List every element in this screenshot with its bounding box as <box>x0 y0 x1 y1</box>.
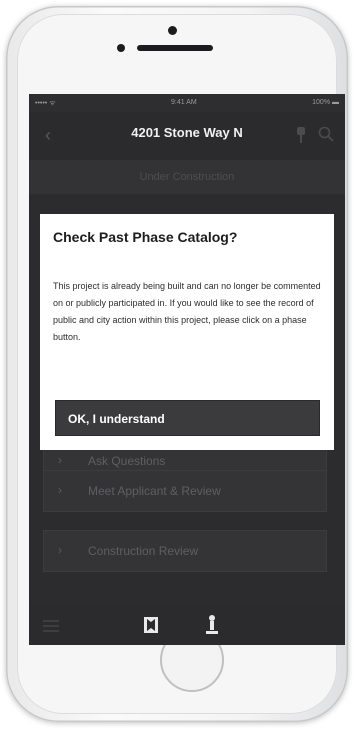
phase-button-meet-applicant[interactable]: › Meet Applicant & Review <box>43 470 327 512</box>
nav-bar: ‹ 4201 Stone Way N <box>29 112 345 160</box>
phase-button-label: Meet Applicant & Review <box>88 484 221 498</box>
dialog-title: Check Past Phase Catalog? <box>53 229 238 245</box>
back-icon[interactable]: ‹ <box>45 125 65 145</box>
front-camera <box>168 26 177 35</box>
page-title: 4201 Stone Way N <box>131 125 243 140</box>
app-screen: ••••• ᯤ 9:41 AM 100% ▬ ‹ 4201 Stone Way … <box>29 94 345 645</box>
chevron-right-icon: › <box>58 453 62 467</box>
search-icon[interactable] <box>318 126 334 142</box>
past-phase-dialog: Check Past Phase Catalog? This project i… <box>40 214 334 450</box>
status-time: 9:41 AM <box>171 99 197 106</box>
person-icon[interactable] <box>205 614 219 636</box>
phase-button-construction-review[interactable]: › Construction Review <box>43 530 327 572</box>
menu-icon[interactable] <box>43 620 59 632</box>
map-icon[interactable] <box>143 616 159 634</box>
phase-button-label: Ask Questions <box>88 454 166 468</box>
proximity-sensor <box>117 44 125 52</box>
chevron-right-icon: › <box>58 483 62 497</box>
status-bar: ••••• ᯤ 9:41 AM 100% ▬ <box>29 94 345 112</box>
ok-understand-button[interactable]: OK, I understand <box>55 400 320 436</box>
pin-icon[interactable] <box>294 126 308 144</box>
status-battery: 100% ▬ <box>312 99 339 106</box>
dialog-message: This project is already being built and … <box>53 281 321 342</box>
phase-status-header: Under Construction <box>29 160 345 194</box>
earpiece-speaker <box>137 45 213 51</box>
chevron-right-icon: › <box>58 543 62 557</box>
phase-button-label: Construction Review <box>88 544 199 558</box>
phase-status-text: Under Construction <box>139 171 235 183</box>
tab-bar <box>29 604 345 645</box>
status-carrier: ••••• ᯤ <box>35 100 56 107</box>
